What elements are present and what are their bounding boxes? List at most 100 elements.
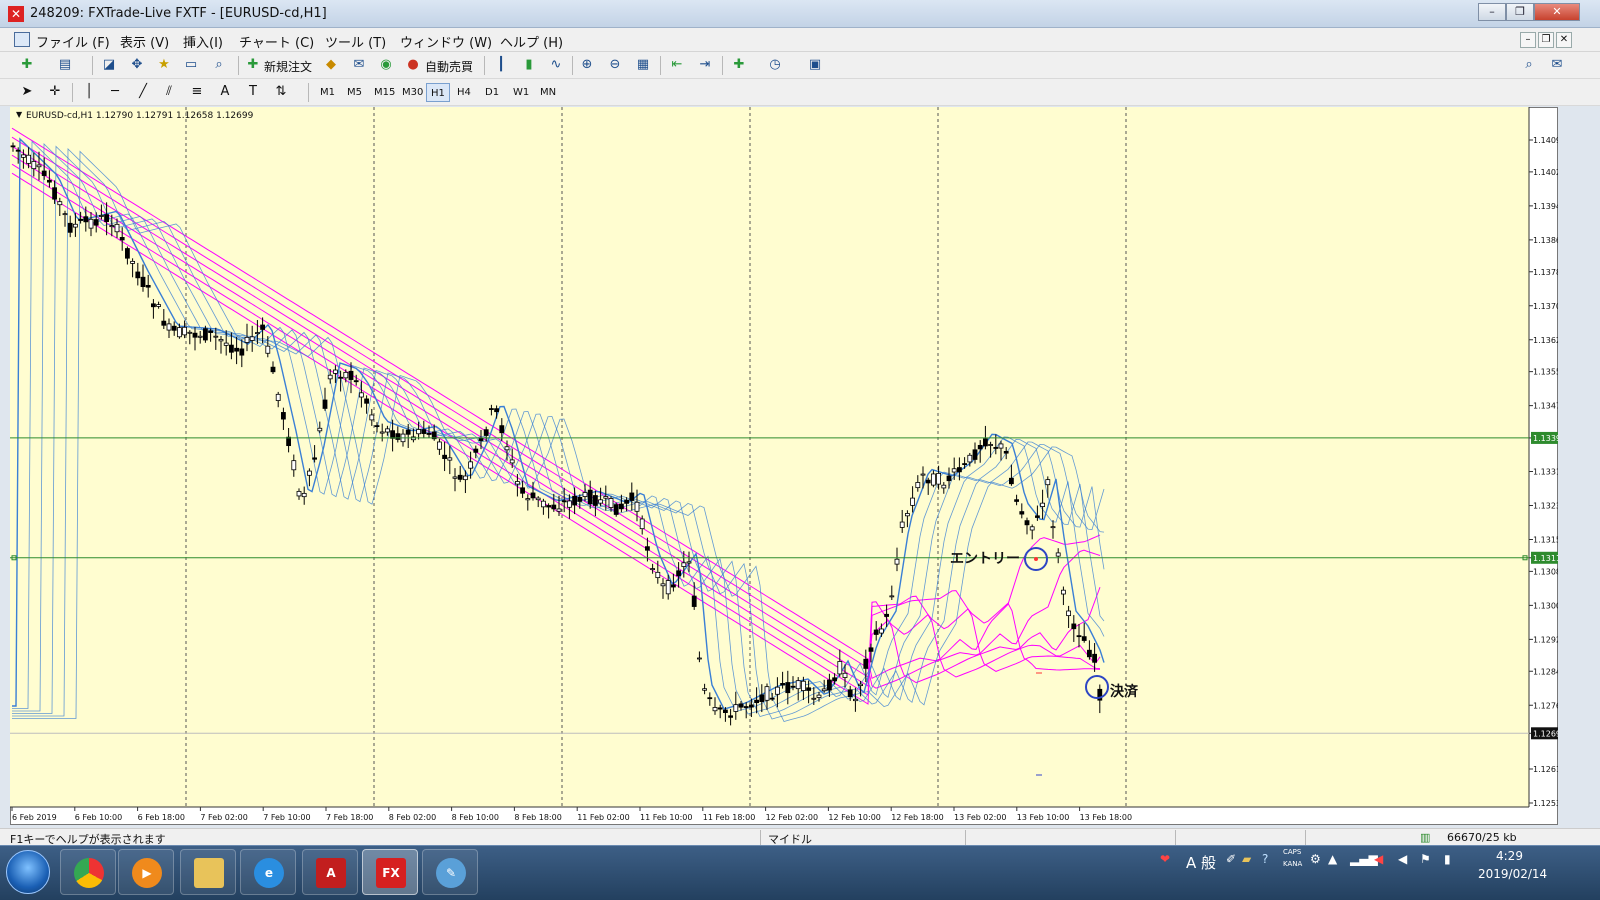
taskbar-explorer[interactable] bbox=[180, 849, 236, 895]
timeframe-h4[interactable]: H4 bbox=[453, 83, 475, 102]
metaeditor-icon[interactable]: ◆ bbox=[322, 56, 340, 74]
equidistant-channel-icon[interactable]: ⫽ bbox=[160, 83, 178, 101]
speaker-icon[interactable]: ◀ bbox=[1398, 852, 1407, 866]
new-order-button[interactable]: 新規注文 bbox=[264, 58, 312, 75]
ime-settings-icon[interactable]: ⚙ bbox=[1310, 852, 1321, 866]
menu-window[interactable]: ウィンドウ (W) bbox=[400, 32, 492, 51]
text-label-icon[interactable]: T bbox=[244, 83, 262, 101]
ime-pad-icon[interactable]: ✐ bbox=[1226, 852, 1236, 866]
candle-body bbox=[577, 496, 583, 502]
chart-shift-icon[interactable]: ⇥ bbox=[696, 56, 714, 74]
price-tick-label: 1.13080 bbox=[1533, 567, 1558, 576]
timeframe-d1[interactable]: D1 bbox=[481, 83, 503, 102]
auto-trading-button[interactable]: 自動売買 bbox=[425, 58, 473, 75]
candle-body bbox=[47, 179, 52, 183]
close-button[interactable]: ✕ bbox=[1534, 3, 1580, 21]
candle-body bbox=[213, 335, 219, 338]
mailbox-icon[interactable]: ✉ bbox=[350, 56, 368, 74]
menu-file[interactable]: ファイル (F) bbox=[36, 32, 110, 51]
time-tick-label: 12 Feb 18:00 bbox=[891, 813, 943, 822]
zoom-out-icon[interactable]: ⊖ bbox=[606, 56, 624, 74]
clock-date[interactable]: 2019/02/14 bbox=[1478, 867, 1547, 881]
menu-insert[interactable]: 挿入(I) bbox=[183, 32, 223, 51]
taskbar-chrome[interactable] bbox=[60, 849, 116, 895]
crosshair-icon[interactable]: ✛ bbox=[46, 83, 64, 101]
text-icon[interactable]: A bbox=[216, 83, 234, 101]
chart-window-icon[interactable] bbox=[14, 32, 30, 47]
candle-body bbox=[509, 459, 515, 464]
menu-tools[interactable]: ツール (T) bbox=[325, 32, 386, 51]
menu-view[interactable]: 表示 (V) bbox=[120, 32, 169, 51]
search-icon[interactable]: ⌕ bbox=[1520, 56, 1538, 74]
navigator-icon[interactable]: ★ bbox=[155, 56, 173, 74]
candlestick-icon[interactable]: ▮ bbox=[520, 56, 538, 74]
strategy-tester-icon[interactable]: ⌕ bbox=[210, 56, 228, 74]
trendline-icon[interactable]: ╱ bbox=[134, 83, 152, 101]
line-chart-icon[interactable]: ∿ bbox=[547, 56, 565, 74]
maximize-button[interactable]: ❐ bbox=[1506, 3, 1534, 21]
templates-icon[interactable]: ▣ bbox=[806, 56, 824, 74]
timeframe-mn[interactable]: MN bbox=[536, 83, 560, 102]
fx-app-icon: FX bbox=[376, 858, 406, 888]
fibonacci-icon[interactable]: ≡ bbox=[188, 83, 206, 101]
candle-body bbox=[343, 371, 349, 379]
zoom-in-icon[interactable]: ⊕ bbox=[578, 56, 596, 74]
taskbar-media[interactable]: ▶ bbox=[118, 849, 174, 895]
mdi-close-button[interactable]: ✕ bbox=[1556, 32, 1572, 48]
chrome-icon bbox=[74, 858, 104, 888]
timeframe-w1[interactable]: W1 bbox=[509, 83, 533, 102]
price-chart[interactable]: ▼ EURUSD-cd,H1 1.12790 1.12791 1.12658 1… bbox=[10, 107, 1558, 825]
timeframe-m15[interactable]: M15 bbox=[370, 83, 399, 102]
bar-chart-icon[interactable]: ┃ bbox=[492, 56, 510, 74]
notification-icon[interactable]: ❤ bbox=[1160, 852, 1170, 866]
candle-body bbox=[925, 479, 931, 484]
mdi-restore-button[interactable]: ❐ bbox=[1538, 32, 1554, 48]
clock-time[interactable]: 4:29 bbox=[1496, 849, 1523, 863]
time-tick-label: 8 Feb 02:00 bbox=[389, 813, 436, 822]
timeframe-h1[interactable]: H1 bbox=[426, 83, 450, 102]
show-hidden-icons[interactable]: ▲ bbox=[1328, 852, 1337, 866]
taskbar-fx-trade[interactable]: FX bbox=[362, 849, 418, 895]
mdi-minimize-button[interactable]: – bbox=[1520, 32, 1536, 48]
profiles-icon[interactable]: ▤ bbox=[56, 56, 74, 74]
timeframe-m30[interactable]: M30 bbox=[398, 83, 427, 102]
help-circle-icon[interactable]: ? bbox=[1262, 852, 1268, 866]
indicators-icon[interactable]: ✚ bbox=[730, 56, 748, 74]
taskbar-paint[interactable]: ✎ bbox=[422, 849, 478, 895]
new-chart-icon[interactable]: ✚ bbox=[18, 56, 36, 74]
chat-icon[interactable]: ✉ bbox=[1548, 56, 1566, 74]
cursor-icon[interactable]: ➤ bbox=[18, 83, 36, 101]
action-center-flag-icon[interactable]: ⚑ bbox=[1420, 852, 1431, 866]
power-icon[interactable]: ▮ bbox=[1444, 852, 1451, 866]
candle-body bbox=[306, 470, 312, 476]
terminal-icon[interactable]: ▭ bbox=[182, 56, 200, 74]
vertical-line-icon[interactable]: │ bbox=[80, 83, 98, 101]
arrows-icon[interactable]: ⇅ bbox=[272, 83, 290, 101]
minimize-button[interactable]: – bbox=[1478, 3, 1506, 21]
candle-body bbox=[52, 187, 57, 200]
candle-body bbox=[208, 330, 214, 333]
ime-mode[interactable]: A 般 bbox=[1186, 852, 1216, 873]
data-window-icon[interactable]: ✥ bbox=[128, 56, 146, 74]
periods-clock-icon[interactable]: ◷ bbox=[766, 56, 784, 74]
candle-body bbox=[473, 448, 479, 453]
new-order-icon[interactable]: ✚ bbox=[244, 56, 262, 74]
start-button[interactable] bbox=[6, 850, 50, 894]
candle-body bbox=[525, 498, 531, 501]
timeframe-m5[interactable]: M5 bbox=[343, 83, 366, 102]
signals-icon[interactable]: ◉ bbox=[377, 56, 395, 74]
menu-chart[interactable]: チャート (C) bbox=[239, 32, 314, 51]
market-watch-icon[interactable]: ◪ bbox=[100, 56, 118, 74]
tile-windows-icon[interactable]: ▦ bbox=[634, 56, 652, 74]
candle-body bbox=[1009, 477, 1014, 485]
ime-dictionary-icon[interactable]: ▰ bbox=[1242, 852, 1251, 866]
menu-help[interactable]: ヘルプ (H) bbox=[500, 32, 563, 51]
timeframe-m1[interactable]: M1 bbox=[316, 83, 339, 102]
auto-scroll-icon[interactable]: ⇤ bbox=[668, 56, 686, 74]
taskbar-ie[interactable]: e bbox=[240, 849, 296, 895]
taskbar-acrobat[interactable]: A bbox=[302, 849, 358, 895]
auto-trading-icon[interactable]: ● bbox=[404, 56, 422, 74]
horizontal-line-icon[interactable]: ─ bbox=[106, 83, 124, 101]
volume-muted-icon[interactable]: ◀ bbox=[1374, 852, 1383, 866]
candle-body bbox=[723, 709, 728, 713]
